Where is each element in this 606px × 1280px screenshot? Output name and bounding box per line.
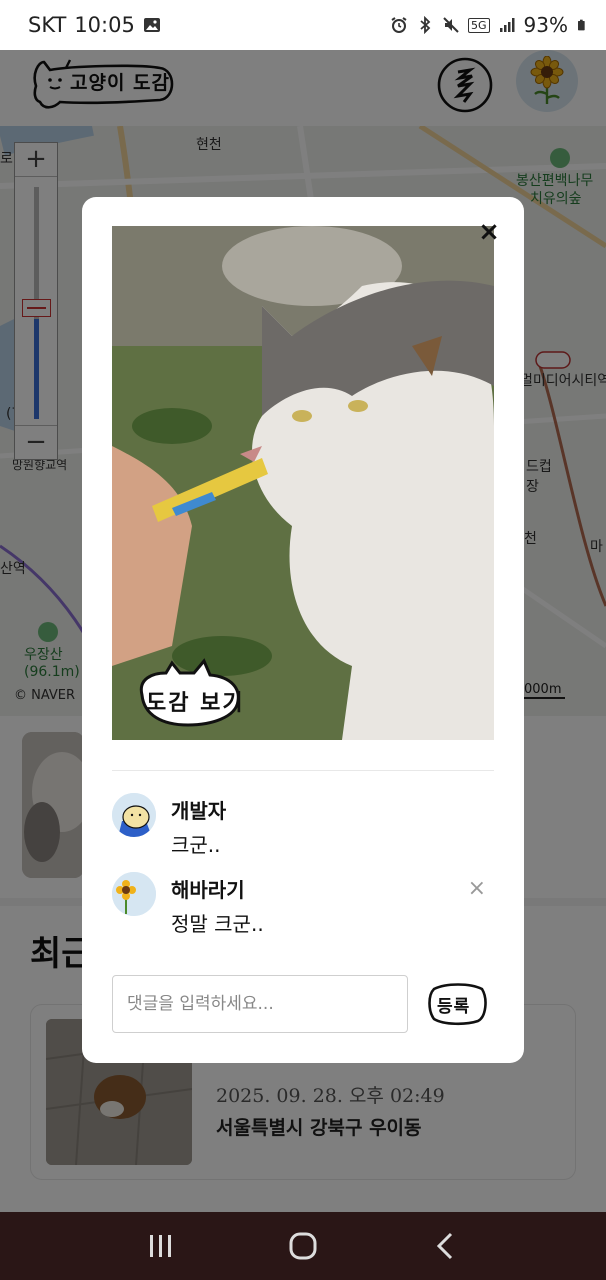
recent-apps-button[interactable] (139, 1224, 183, 1268)
battery-label: 93% (523, 13, 568, 37)
comment-author: 개발자 (171, 799, 227, 823)
back-icon (436, 1232, 453, 1260)
back-button[interactable] (423, 1224, 467, 1268)
comment-input[interactable] (112, 975, 408, 1033)
comment-item: 해바라기 정말 크군.. × (112, 872, 494, 944)
network-badge: 5G (468, 17, 490, 33)
mute-icon (443, 17, 459, 33)
submit-label[interactable]: 등록 (437, 992, 470, 1017)
cat-detail-modal: × 도감 보기 개발자 크군.. 해바라기 정말 크군.. × 댓글을 입력하세… (82, 197, 524, 1063)
home-button[interactable] (281, 1224, 325, 1268)
dogam-view-label[interactable]: 도감 보기 (146, 685, 245, 717)
bluetooth-icon (420, 16, 431, 34)
image-icon (143, 18, 160, 32)
comment-author: 해바라기 (171, 878, 245, 902)
signal-icon (499, 18, 515, 32)
status-bar: SKT 10:05 5G 93% (0, 0, 606, 50)
close-modal-button[interactable]: × (477, 219, 501, 245)
recent-apps-icon (150, 1235, 171, 1257)
time-label: 10:05 (74, 13, 135, 37)
alarm-icon (391, 17, 407, 33)
delete-comment-button[interactable]: × (468, 876, 486, 901)
system-nav-bar (0, 1212, 606, 1280)
home-icon (289, 1232, 317, 1260)
carrier-label: SKT (28, 13, 67, 37)
comment-text: 크군.. (171, 833, 221, 857)
comment-avatar (112, 793, 156, 837)
comment-item: 개발자 크군.. (112, 793, 494, 865)
battery-icon (578, 19, 585, 31)
comment-avatar (112, 872, 156, 916)
comments-divider (112, 770, 494, 771)
comment-text: 정말 크군.. (171, 912, 264, 936)
